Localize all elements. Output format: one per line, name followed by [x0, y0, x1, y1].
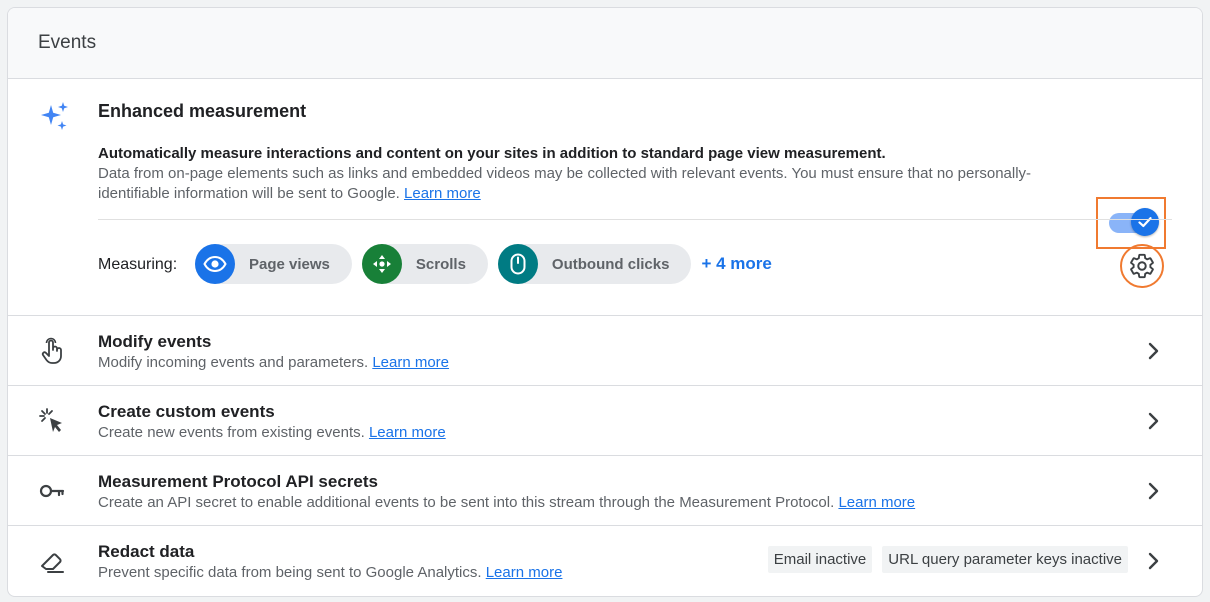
scroll-arrows-icon: [361, 244, 402, 284]
row-description-text: Create new events from existing events.: [98, 424, 365, 441]
chip-label: Scrolls: [415, 255, 466, 273]
row-description: Modify incoming events and parameters. L…: [98, 354, 449, 371]
enhanced-measurement-title: Enhanced measurement: [98, 101, 307, 121]
chevron-right-icon: [1148, 412, 1159, 430]
row-description-text: Prevent specific data from being sent to…: [98, 564, 482, 581]
learn-more-link[interactable]: Learn more: [369, 424, 446, 441]
row-description: Create new events from existing events. …: [98, 424, 446, 441]
row-title: Modify events: [98, 332, 212, 351]
chevron-right-icon: [1148, 482, 1159, 500]
toggle-knob: [1131, 208, 1159, 236]
learn-more-link[interactable]: Learn more: [838, 494, 915, 511]
email-status-badge: Email inactive: [767, 546, 873, 573]
chip-label: Page views: [249, 255, 330, 273]
chip-label: Outbound clicks: [551, 255, 670, 273]
row-description: Prevent specific data from being sent to…: [98, 564, 562, 581]
learn-more-link[interactable]: Learn more: [486, 564, 563, 581]
measuring-label: Measuring:: [98, 256, 178, 273]
toggle-track: [1109, 208, 1159, 236]
eraser-icon: [41, 553, 64, 573]
sparkle-icon: [41, 102, 68, 130]
row-description-text: Create an API secret to enable additiona…: [98, 494, 835, 511]
chip-outbound-clicks: Outbound clicks: [497, 244, 692, 284]
mouse-icon: [497, 244, 538, 284]
redact-data-row[interactable]: Redact data Prevent specific data from b…: [8, 526, 1202, 596]
gear-icon: [1130, 253, 1154, 279]
chevron-right-icon: [1148, 552, 1159, 570]
url-params-status-badge: URL query parameter keys inactive: [882, 546, 1128, 573]
learn-more-link[interactable]: Learn more: [372, 354, 449, 371]
checkmark-icon: [1138, 217, 1152, 228]
enhanced-measurement-description: Automatically measure interactions and c…: [98, 144, 1088, 204]
row-description: Create an API secret to enable additiona…: [98, 494, 915, 511]
card-header: Events: [8, 8, 1202, 79]
touch-hand-icon: [41, 337, 62, 364]
eye-icon: [195, 244, 235, 284]
cursor-click-icon: [39, 408, 62, 432]
more-measurements-link[interactable]: + 4 more: [701, 254, 771, 274]
events-card: Events Enhanced measurement Automaticall…: [7, 7, 1203, 597]
enhanced-measurement-section: Enhanced measurement Automatically measu…: [8, 79, 1202, 316]
row-title: Redact data: [98, 542, 195, 561]
create-custom-events-row[interactable]: Create custom events Create new events f…: [8, 386, 1202, 456]
row-title: Create custom events: [98, 402, 275, 421]
chip-scrolls: Scrolls: [361, 244, 488, 284]
divider: [98, 219, 1172, 220]
enhanced-measurement-summary: Automatically measure interactions and c…: [98, 145, 886, 162]
learn-more-link[interactable]: Learn more: [404, 185, 481, 202]
key-icon: [39, 484, 65, 498]
row-title: Measurement Protocol API secrets: [98, 472, 378, 491]
measurement-protocol-row[interactable]: Measurement Protocol API secrets Create …: [8, 456, 1202, 526]
row-description-text: Modify incoming events and parameters.: [98, 354, 369, 371]
enhanced-measurement-toggle[interactable]: [1096, 197, 1166, 249]
redact-status-badges: Email inactive URL query parameter keys …: [758, 546, 1128, 573]
chip-page-views: Page views: [195, 244, 352, 284]
modify-events-row[interactable]: Modify events Modify incoming events and…: [8, 316, 1202, 386]
enhanced-measurement-detail: Data from on-page elements such as links…: [98, 165, 1032, 202]
measuring-chips: Page views Scrolls Outbound clicks + 4 m…: [195, 244, 772, 284]
page-title: Events: [38, 32, 97, 53]
chevron-right-icon: [1148, 342, 1159, 360]
settings-button[interactable]: [1120, 244, 1164, 288]
